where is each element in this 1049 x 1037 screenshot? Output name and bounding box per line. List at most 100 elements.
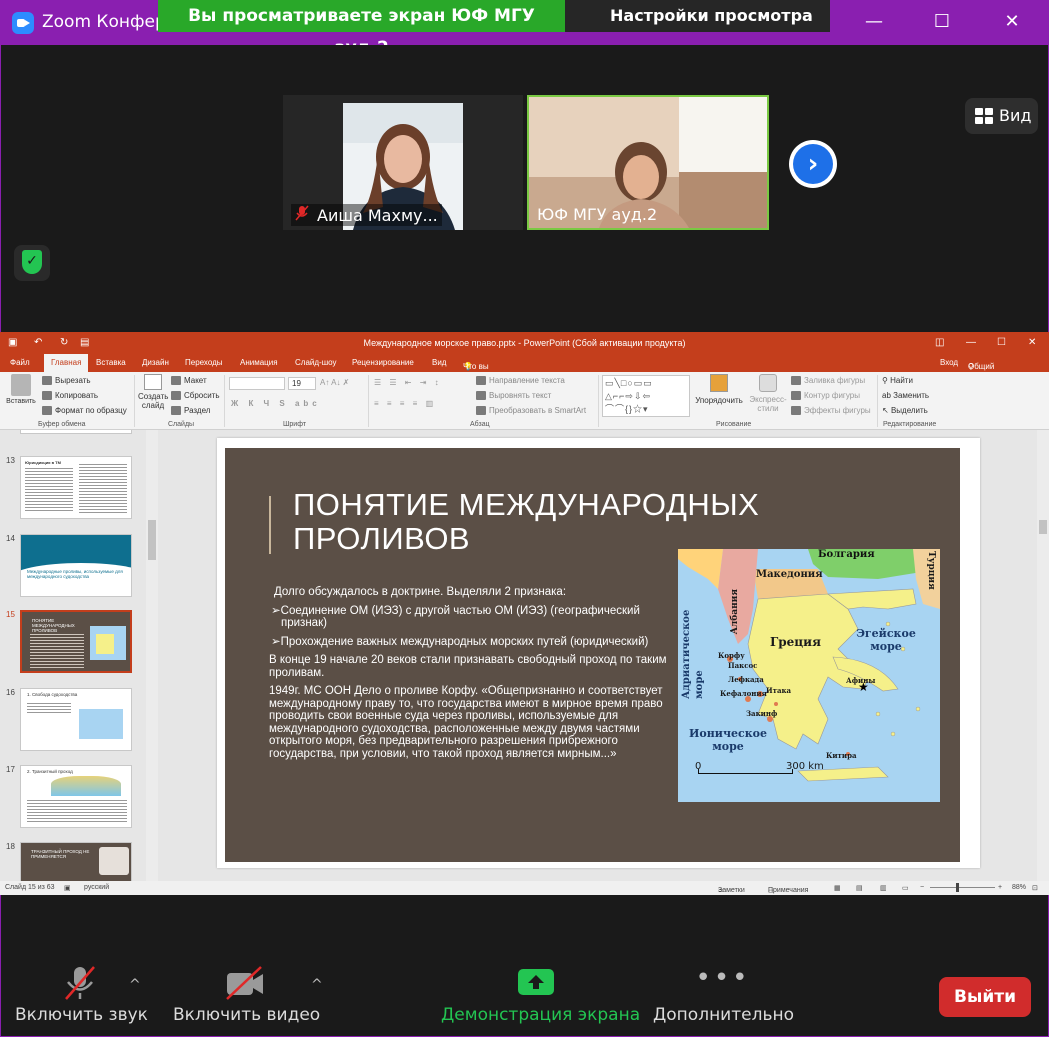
video-options-chevron-icon[interactable]: ^ xyxy=(311,977,323,993)
tab-review[interactable]: Рецензирование xyxy=(352,358,414,367)
greece-map-image[interactable]: ★ Болгария Турция Македония Албания Адри… xyxy=(678,549,940,802)
close-icon[interactable]: ✕ xyxy=(1000,10,1024,34)
slide-thumbnail[interactable]: Юрисдикция в ТМ xyxy=(20,456,132,519)
map-label: Албания xyxy=(730,589,740,635)
smartart-icon xyxy=(476,406,486,416)
font-name-input[interactable] xyxy=(229,377,285,390)
arrange-button[interactable]: Упорядочить xyxy=(694,374,744,405)
slide-thumbnail[interactable]: 1. Свобода судоходства xyxy=(20,688,132,751)
scrollbar-thumb[interactable] xyxy=(148,520,156,560)
shape-outline-button[interactable]: Контур фигуры xyxy=(791,391,860,401)
shape-effects-button[interactable]: Эффекты фигуры xyxy=(791,406,871,416)
tab-animation[interactable]: Анимация xyxy=(240,358,278,367)
zoom-in-icon[interactable]: + xyxy=(998,884,1002,891)
scrollbar-thumb[interactable] xyxy=(1039,520,1047,534)
group-label-font: Шрифт xyxy=(283,421,307,428)
tab-design[interactable]: Дизайн xyxy=(142,358,169,367)
map-label: Пaксос xyxy=(728,661,758,670)
zoom-slider-handle[interactable] xyxy=(956,883,959,892)
effects-icon xyxy=(791,406,801,416)
tab-home[interactable]: Главная xyxy=(44,354,89,372)
security-shield-icon[interactable] xyxy=(14,245,50,281)
minimize-icon[interactable]: — xyxy=(966,332,976,354)
select-button[interactable]: ↖ Выделить xyxy=(882,406,928,415)
tab-transitions[interactable]: Переходы xyxy=(185,358,223,367)
map-label: Корфу xyxy=(718,651,745,660)
view-button-label: Вид xyxy=(999,106,1032,125)
sign-in-link[interactable]: Вход xyxy=(940,358,958,367)
zoom-level[interactable]: 88% xyxy=(1012,884,1026,891)
slide-bullet: ➢Соединение ОМ (ИЭЗ) с другой частью ОМ … xyxy=(271,604,640,630)
smartart-button[interactable]: Преобразовать в SmartArt xyxy=(476,406,586,416)
shapes-gallery[interactable]: ▭╲□○▭▭ △⌐⌐⇨⇩⇦ ⌒⌒{}☆▾ xyxy=(602,375,690,417)
tab-file[interactable]: Файл xyxy=(10,358,30,367)
slide-thumbnail[interactable]: Международные проливы, используемые для … xyxy=(20,534,132,597)
more-button[interactable]: ••• Дополнительно xyxy=(653,963,794,1025)
zoom-slider[interactable] xyxy=(930,887,995,888)
maximize-icon[interactable]: ☐ xyxy=(997,332,1006,354)
slide-title[interactable]: ПОНЯТИЕ МЕЖДУНАРОДНЫХ ПРОЛИВОВ xyxy=(293,488,853,556)
maximize-icon[interactable]: ☐ xyxy=(930,10,954,34)
spellcheck-icon[interactable]: ▣ xyxy=(64,884,71,892)
tab-view[interactable]: Вид xyxy=(432,358,446,367)
chevron-right-icon: › xyxy=(793,144,833,184)
slide-thumbnail[interactable]: 2. Транзитный проход xyxy=(20,765,132,828)
view-button[interactable]: Вид xyxy=(965,98,1038,134)
leave-meeting-button[interactable]: Выйти xyxy=(939,977,1031,1017)
cut-button[interactable]: Вырезать xyxy=(42,376,91,386)
start-video-button[interactable]: Включить видео xyxy=(173,965,320,1025)
next-page-button[interactable]: › xyxy=(789,140,837,188)
paste-button[interactable]: Вставить xyxy=(5,374,37,405)
ribbon-display-icon[interactable]: ◫ xyxy=(935,332,944,354)
map-label: Греция xyxy=(770,635,821,649)
reset-button[interactable]: Сбросить xyxy=(171,391,220,401)
audio-options-chevron-icon[interactable]: ^ xyxy=(129,977,141,993)
font-size-input[interactable]: 19 xyxy=(288,377,316,390)
close-icon[interactable]: ✕ xyxy=(1028,332,1036,354)
sorter-view-icon[interactable]: ▤ xyxy=(856,884,863,892)
new-slide-button[interactable]: Создать слайд xyxy=(138,374,168,410)
tab-slideshow[interactable]: Слайд-шоу xyxy=(295,358,336,367)
slide-thumbnail[interactable] xyxy=(20,430,132,434)
editor-scrollbar[interactable] xyxy=(1037,430,1049,881)
ribbon-separator xyxy=(598,375,599,427)
map-label: Лефкада xyxy=(728,675,764,684)
layout-button[interactable]: Макет xyxy=(171,376,207,386)
participant-tile[interactable]: Аиша Махму... xyxy=(283,95,523,230)
share-screen-button[interactable]: Демонстрация экрана xyxy=(441,965,640,1025)
minimize-icon[interactable]: — xyxy=(862,10,886,34)
tab-insert[interactable]: Вставка xyxy=(96,358,126,367)
paste-icon xyxy=(11,374,31,396)
quick-styles-button[interactable]: Экспресс-стили xyxy=(748,374,788,413)
language-indicator[interactable]: русский xyxy=(84,884,109,891)
slide-body-text[interactable]: Долго обсуждалось в доктрине. Выделяли 2… xyxy=(269,586,669,766)
zoom-out-icon[interactable]: − xyxy=(920,884,924,891)
unmute-button[interactable]: Включить звук xyxy=(15,965,148,1025)
text-direction-button[interactable]: Направление текста xyxy=(476,376,565,386)
magnifier-icon: ⚲ xyxy=(882,376,891,385)
fit-slide-icon[interactable]: ⊡ xyxy=(1032,884,1038,892)
thumb-number: 17 xyxy=(6,765,15,774)
slide-thumbnail[interactable]: ТРАНЗИТНЫЙ ПРОХОД НЕ ПРИМЕНЯЕТСЯ xyxy=(20,842,132,881)
participant-tile-active[interactable]: ЮФ МГУ ауд.2 xyxy=(527,95,769,230)
align-text-button[interactable]: Выровнять текст xyxy=(476,391,551,401)
ribbon-separator xyxy=(134,375,135,427)
more-dots-icon: ••• xyxy=(695,963,751,993)
replace-button[interactable]: ab Заменить xyxy=(882,391,929,400)
section-button[interactable]: Раздел xyxy=(171,406,210,416)
shape-fill-button[interactable]: Заливка фигуры xyxy=(791,376,865,386)
copy-button[interactable]: Копировать xyxy=(42,391,98,401)
slideshow-view-icon[interactable]: ▭ xyxy=(902,884,909,892)
find-button[interactable]: ⚲ Найти xyxy=(882,376,913,385)
current-slide[interactable]: ПОНЯТИЕ МЕЖДУНАРОДНЫХ ПРОЛИВОВ Долго обс… xyxy=(225,448,960,862)
format-painter-button[interactable]: Формат по образцу xyxy=(42,406,127,416)
participant-name: Аиша Махму... xyxy=(291,204,442,226)
normal-view-icon[interactable]: ▦ xyxy=(834,884,841,892)
slide-paragraph: В конце 19 начале 20 веков стали признав… xyxy=(269,654,667,679)
view-settings-button[interactable]: Настройки просмотра ⌄ xyxy=(565,0,830,56)
ribbon-separator xyxy=(368,375,369,427)
slide-thumbnail-selected[interactable]: ПОНЯТИЕ МЕЖДУНАРОДНЫХ ПРОЛИВОВ xyxy=(20,610,132,673)
reading-view-icon[interactable]: ▥ xyxy=(880,884,887,892)
thumbnails-scrollbar[interactable] xyxy=(146,430,158,881)
ppt-title-bar: ▣ ↶ ↻ ▤ Международное морское право.pptx… xyxy=(0,332,1049,354)
